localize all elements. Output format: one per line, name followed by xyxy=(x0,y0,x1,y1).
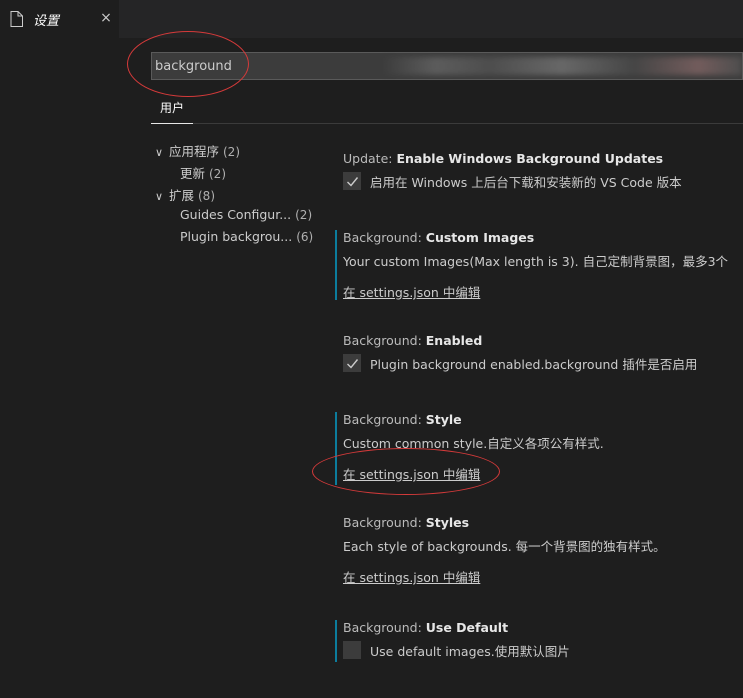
toc-count: (2) xyxy=(295,208,313,222)
setting-description: Your custom Images(Max length is 3). 自己定… xyxy=(343,254,729,269)
setting-description: Each style of backgrounds. 每一个背景图的独有样式。 xyxy=(343,539,666,554)
toc-item-application[interactable]: ∨ 应用程序 (2) xyxy=(155,141,240,160)
tab-title: 设置 xyxy=(33,14,60,29)
edit-in-settings-json-link[interactable]: 在 settings.json 中编辑 xyxy=(343,567,480,586)
annotation-circle-edit-link xyxy=(312,448,500,495)
setting-title: Update: Enable Windows Background Update… xyxy=(343,151,664,166)
blurred-region xyxy=(382,57,742,75)
setting-title: Background: Enabled xyxy=(343,333,483,348)
setting-title: Background: Custom Images xyxy=(343,230,535,245)
setting-description: Plugin background enabled.background 插件是… xyxy=(370,357,698,372)
toc-item-plugin-background[interactable]: Plugin backgrou... (6) xyxy=(180,229,313,244)
setting-description: 启用在 Windows 上后台下载和安装新的 VS Code 版本 xyxy=(370,175,682,190)
annotation-circle-search xyxy=(127,31,249,97)
toc-count: (2) xyxy=(209,167,226,181)
editor-tab-bar: 设置 × xyxy=(0,0,743,38)
setting-update-background-updates: Update: Enable Windows Background Update… xyxy=(335,151,743,196)
toc-item-update[interactable]: 更新 (2) xyxy=(180,163,226,182)
setting-checkbox[interactable] xyxy=(343,172,361,190)
file-icon xyxy=(10,11,23,27)
setting-title: Background: Styles xyxy=(343,515,470,530)
settings-tab[interactable]: 设置 × xyxy=(0,0,119,38)
setting-styles: Background: Styles Each style of backgro… xyxy=(335,515,743,585)
tab-user[interactable]: 用户 xyxy=(151,98,193,124)
setting-checkbox[interactable] xyxy=(343,641,361,659)
edit-in-settings-json-link[interactable]: 在 settings.json 中编辑 xyxy=(343,282,480,301)
close-icon[interactable]: × xyxy=(98,10,114,26)
toc-item-extensions[interactable]: ∨ 扩展 (8) xyxy=(155,185,215,204)
setting-description: Use default images.使用默认图片 xyxy=(370,644,570,659)
toc-item-guides[interactable]: Guides Configur... (2) xyxy=(180,207,312,222)
chevron-down-icon: ∨ xyxy=(155,190,164,203)
chevron-down-icon: ∨ xyxy=(155,146,164,159)
toc-label: 更新 xyxy=(180,166,206,181)
check-icon xyxy=(347,359,359,369)
setting-use-default: Background: Use Default Use default imag… xyxy=(335,620,743,662)
setting-title: Background: Style xyxy=(343,412,462,427)
scope-divider xyxy=(193,123,743,124)
setting-checkbox[interactable] xyxy=(343,354,361,372)
setting-custom-images: Background: Custom Images Your custom Im… xyxy=(335,230,743,300)
toc-label: Guides Configur... xyxy=(180,207,292,222)
toc-label: Plugin backgrou... xyxy=(180,229,293,244)
toc-label: 扩展 xyxy=(169,188,195,203)
setting-enabled: Background: Enabled Plugin background en… xyxy=(335,333,743,378)
toc-label: 应用程序 xyxy=(169,144,220,159)
toc-count: (6) xyxy=(296,230,314,244)
toc-count: (2) xyxy=(223,145,240,159)
check-icon xyxy=(347,177,359,187)
toc-count: (8) xyxy=(198,189,215,203)
setting-title: Background: Use Default xyxy=(343,620,509,635)
